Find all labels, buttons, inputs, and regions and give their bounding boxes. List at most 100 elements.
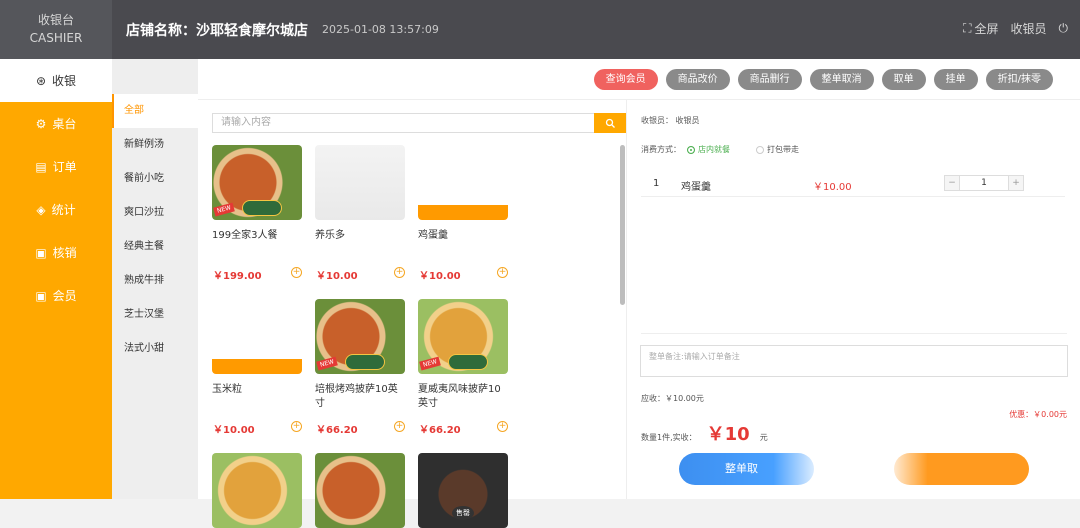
change-price-button[interactable]: 商品改价 bbox=[665, 68, 730, 90]
nav-item-verify[interactable]: ▣ 核销 bbox=[0, 231, 112, 274]
promo-tag bbox=[345, 354, 385, 370]
add-icon[interactable]: + bbox=[497, 267, 508, 278]
product-image bbox=[212, 453, 302, 528]
add-icon[interactable]: + bbox=[497, 421, 508, 432]
product-image: 售罄 bbox=[418, 453, 508, 528]
dine-in-label: 店内就餐 bbox=[698, 145, 730, 154]
product-card[interactable]: 玉米粒 ￥10.00 + bbox=[212, 299, 302, 436]
delete-line-button[interactable]: 商品删行 bbox=[737, 68, 802, 90]
cancel-order-button[interactable]: 整单取消 bbox=[809, 68, 874, 90]
paid-label: 数量1件,实收： bbox=[641, 433, 697, 442]
add-icon[interactable]: + bbox=[291, 421, 302, 432]
nav-label: 桌台 bbox=[52, 117, 77, 131]
retrieve-order-button[interactable]: 取单 bbox=[881, 68, 926, 90]
product-card[interactable]: NEW 夏威夷风味披萨10英寸 ￥66.20 + bbox=[418, 299, 508, 436]
category-item[interactable]: 熟成牛排 bbox=[112, 264, 198, 298]
query-member-button[interactable]: 查询会员 bbox=[593, 68, 658, 90]
nav-item-stats[interactable]: ◈ 统计 bbox=[0, 188, 112, 231]
action-bar: 查询会员 商品改价 商品删行 整单取消 取单 挂单 折扣/抹零 bbox=[198, 59, 1080, 100]
product-card[interactable]: NEW 199全家3人餐 ￥199.00 + bbox=[212, 145, 302, 282]
category-item[interactable]: 经典主餐 bbox=[112, 230, 198, 264]
fullscreen-button[interactable]: ⛶ 全屏 bbox=[963, 20, 998, 37]
brand-title: 收银台 bbox=[37, 13, 74, 27]
order-note-input[interactable]: 整单备注:请输入订单备注 bbox=[640, 345, 1068, 377]
search-button[interactable] bbox=[594, 113, 626, 133]
cart-row[interactable]: 1 鸡蛋羹 ￥10.00 − 1 + bbox=[641, 170, 1065, 197]
product-price: ￥10.00 bbox=[316, 271, 358, 282]
nav-item-tables[interactable]: ⚙ 桌台 bbox=[0, 102, 112, 145]
nav-item-member[interactable]: ▣ 会员 bbox=[0, 274, 112, 317]
category-item[interactable]: 法式小甜 bbox=[112, 332, 198, 366]
product-card[interactable]: 鸡蛋羹 ￥10.00 + bbox=[418, 145, 508, 282]
product-image bbox=[212, 299, 302, 374]
takeaway-label: 打包带走 bbox=[767, 145, 799, 154]
promo-tag bbox=[242, 200, 282, 216]
add-icon[interactable]: + bbox=[394, 267, 405, 278]
promo-tag bbox=[448, 354, 488, 370]
cart-row-price: ￥10.00 bbox=[813, 182, 852, 193]
paid-amount: ￥10 bbox=[706, 424, 750, 445]
product-image bbox=[418, 145, 508, 220]
cart-row-index: 1 bbox=[653, 178, 660, 189]
product-card[interactable]: 养乐多 ￥10.00 + bbox=[315, 145, 405, 282]
cashier-line: 收银员： 收银员 bbox=[641, 115, 700, 126]
divider bbox=[641, 333, 1067, 334]
product-price: ￥66.20 bbox=[316, 425, 358, 436]
settle-button[interactable] bbox=[894, 453, 1029, 485]
nav-item-cashier[interactable]: ⊛ 收银 bbox=[0, 59, 112, 102]
category-item[interactable]: 新鲜例汤 bbox=[112, 128, 198, 162]
product-image: NEW bbox=[315, 299, 405, 374]
category-item[interactable]: 芝士汉堡 bbox=[112, 298, 198, 332]
product-image bbox=[315, 145, 405, 220]
nav-label: 统计 bbox=[51, 203, 76, 217]
product-price: ￥10.00 bbox=[213, 425, 255, 436]
user-menu[interactable]: 收银员 bbox=[1010, 20, 1046, 37]
product-card[interactable] bbox=[315, 453, 405, 528]
cart-row-name: 鸡蛋羹 bbox=[681, 182, 711, 193]
mode-label: 消费方式： bbox=[641, 145, 681, 154]
nav-item-orders[interactable]: ▤ 订单 bbox=[0, 145, 112, 188]
decrement-button[interactable]: − bbox=[945, 176, 959, 190]
takeaway-radio[interactable]: 打包带走 bbox=[756, 144, 799, 155]
category-item[interactable]: 爽口沙拉 bbox=[112, 196, 198, 230]
store-name: 店铺名称：沙耶轻食摩尔城店 bbox=[126, 23, 308, 39]
brand-block: 收银台 CASHIER bbox=[0, 0, 112, 59]
product-card[interactable] bbox=[212, 453, 302, 528]
dine-in-radio[interactable]: 店内就餐 bbox=[687, 144, 730, 155]
hold-order-button[interactable]: 挂单 bbox=[933, 68, 978, 90]
product-name: 养乐多 bbox=[315, 230, 345, 241]
fullscreen-icon: ⛶ bbox=[963, 21, 972, 35]
increment-button[interactable]: + bbox=[1009, 176, 1023, 190]
checkout-button[interactable]: 整单取 bbox=[679, 453, 814, 485]
paid-summary: 数量1件,实收： ￥10 元 bbox=[641, 420, 768, 446]
receivable-amount: 应收：￥10.00元 bbox=[641, 394, 704, 403]
add-icon[interactable]: + bbox=[394, 421, 405, 432]
product-price: ￥199.00 bbox=[213, 271, 262, 282]
product-card[interactable]: 售罄 bbox=[418, 453, 508, 528]
top-right-tools: ⛶ 全屏 收银员 ⏻ bbox=[963, 20, 1068, 37]
order-icon: ▤ bbox=[35, 159, 47, 174]
radio-unchecked-icon bbox=[756, 145, 764, 154]
product-name: 夏威夷风味披萨10英寸 bbox=[418, 384, 501, 409]
category-item[interactable]: 餐前小吃 bbox=[112, 162, 198, 196]
cashier-icon: ⊛ bbox=[35, 73, 47, 88]
table-icon: ⚙ bbox=[35, 116, 47, 131]
category-item[interactable]: 全部 bbox=[112, 94, 198, 128]
verify-icon: ▣ bbox=[35, 245, 47, 260]
discount-button[interactable]: 折扣/抹零 bbox=[985, 68, 1053, 90]
add-icon[interactable]: + bbox=[291, 267, 302, 278]
product-card[interactable]: NEW 培根烤鸡披萨10英寸 ￥66.20 + bbox=[315, 299, 405, 436]
product-name: 199全家3人餐 bbox=[212, 230, 278, 241]
product-price: ￥10.00 bbox=[419, 271, 461, 282]
side-nav: ⊛ 收银 ⚙ 桌台 ▤ 订单 ◈ 统计 ▣ 核销 ▣ 会员 bbox=[0, 59, 112, 499]
quantity-value[interactable]: 1 bbox=[959, 176, 1009, 190]
product-name: 玉米粒 bbox=[212, 384, 242, 395]
power-icon[interactable]: ⏻ bbox=[1059, 21, 1069, 36]
nav-label: 会员 bbox=[52, 289, 77, 303]
scrollbar[interactable] bbox=[620, 145, 625, 305]
product-price: ￥66.20 bbox=[419, 425, 461, 436]
stats-icon: ◈ bbox=[36, 202, 46, 217]
search-input[interactable]: 请输入内容 bbox=[212, 113, 595, 133]
member-icon: ▣ bbox=[35, 288, 47, 303]
new-badge: NEW bbox=[316, 356, 339, 371]
